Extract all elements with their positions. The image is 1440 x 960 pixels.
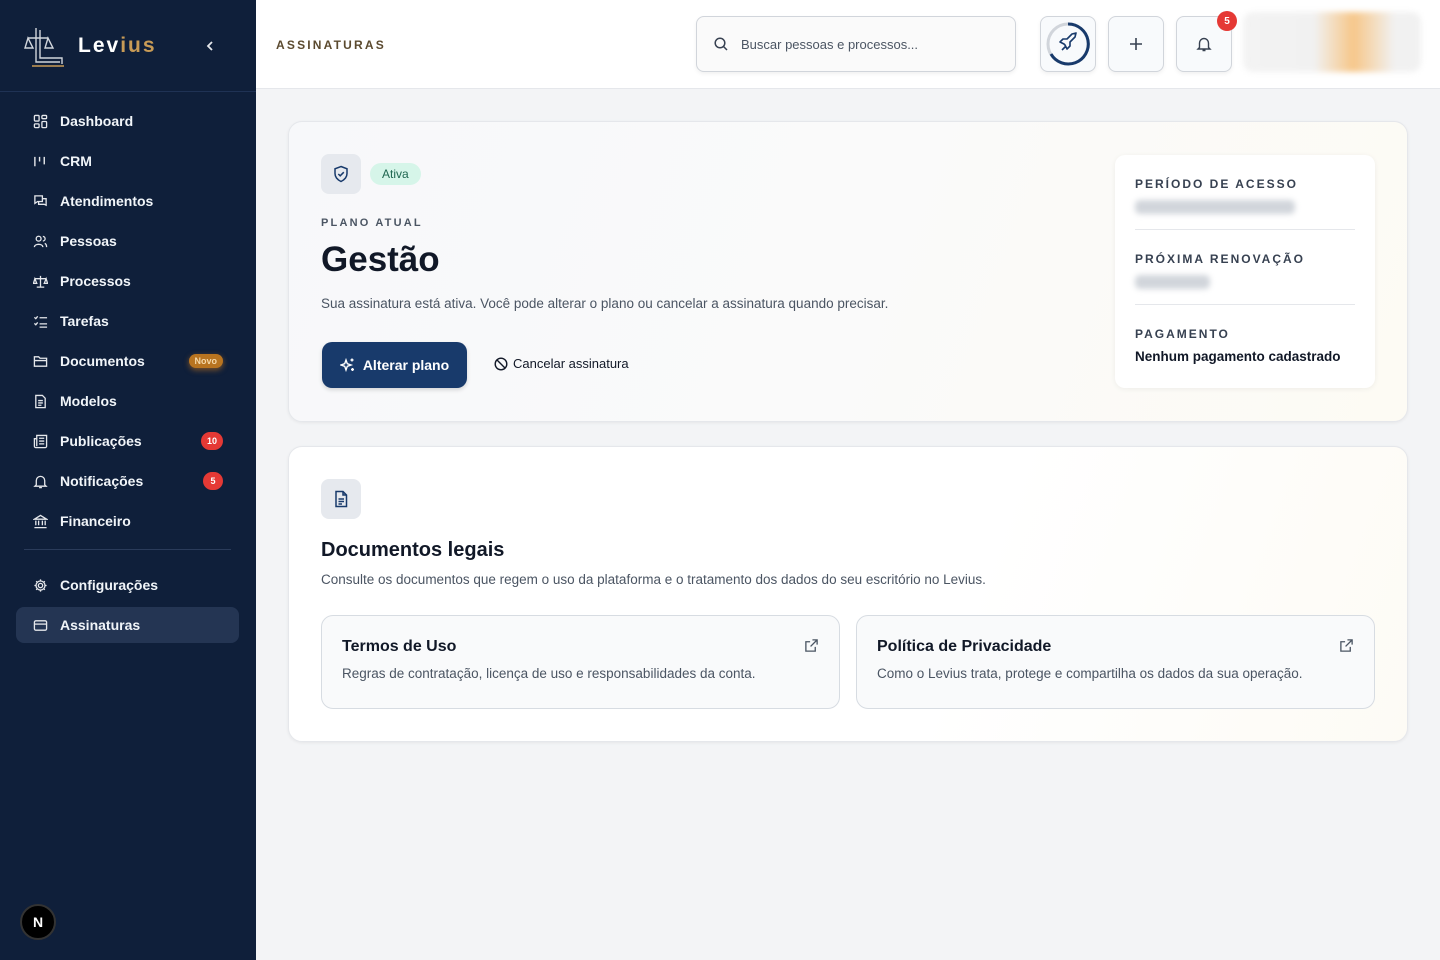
subscription-info-panel: PERÍODO DE ACESSO PRÓXIMA RENOVAÇÃO PAGA…: [1115, 155, 1375, 388]
onboarding-button[interactable]: [1040, 16, 1096, 72]
subscription-description: Sua assinatura está ativa. Você pode alt…: [321, 296, 889, 311]
bell-icon: [1196, 37, 1212, 52]
scales-logo-icon: [24, 27, 64, 67]
access-period-label: PERÍODO DE ACESSO: [1135, 177, 1298, 191]
scales-icon: [32, 273, 48, 289]
sidebar-item-label: Modelos: [60, 393, 117, 409]
add-button[interactable]: [1108, 16, 1164, 72]
breadcrumb: ASSINATURAS: [276, 38, 386, 52]
renewal-label: PRÓXIMA RENOVAÇÃO: [1135, 252, 1306, 266]
privacy-policy-link[interactable]: Política de Privacidade Como o Levius tr…: [856, 615, 1375, 709]
list-checks-icon: [32, 313, 48, 329]
legal-documents-card: Documentos legais Consulte os documentos…: [288, 446, 1408, 742]
current-plan-label: PLANO ATUAL: [321, 217, 423, 229]
doc-title: Política de Privacidade: [877, 638, 1052, 655]
doc-description: Como o Levius trata, protege e compartil…: [877, 666, 1303, 681]
collapse-sidebar-button[interactable]: [200, 36, 220, 56]
sidebar-item-label: Pessoas: [60, 233, 117, 249]
sidebar-item-atendimentos[interactable]: Atendimentos: [16, 183, 239, 219]
sidebar-item-crm[interactable]: CRM: [16, 143, 239, 179]
sidebar-divider: [24, 549, 231, 550]
file-icon: [32, 393, 48, 409]
payment-value: Nenhum pagamento cadastrado: [1135, 349, 1341, 364]
payment-row: PAGAMENTO Nenhum pagamento cadastrado: [1135, 305, 1355, 380]
sidebar-item-notificacoes[interactable]: Notificações 5: [16, 463, 239, 499]
ban-icon: [494, 356, 508, 371]
sidebar-item-financeiro[interactable]: Financeiro: [16, 503, 239, 539]
rocket-icon: [1046, 22, 1090, 66]
chat-icon: [32, 193, 48, 209]
renewal-value-redacted: [1135, 275, 1210, 289]
new-badge: Novo: [188, 354, 223, 368]
sidebar-item-label: Dashboard: [60, 113, 134, 129]
credit-card-icon: [32, 617, 48, 633]
sidebar-item-label: Assinaturas: [60, 617, 141, 633]
sidebar: Levius Dashboard CRM Atendimentos Pessoa…: [0, 0, 256, 960]
shield-check-icon: [321, 154, 361, 194]
sidebar-item-documentos[interactable]: Documentos Novo: [16, 343, 239, 379]
count-badge: 10: [201, 432, 223, 450]
chevron-left-icon: [206, 41, 213, 51]
sidebar-item-configuracoes[interactable]: Configurações: [16, 567, 239, 603]
legal-description: Consulte os documentos que regem o uso d…: [321, 572, 986, 587]
sidebar-item-tarefas[interactable]: Tarefas: [16, 303, 239, 339]
sidebar-item-label: CRM: [60, 153, 92, 169]
brand-name: Levius: [78, 33, 157, 57]
doc-description: Regras de contratação, licença de uso e …: [342, 666, 756, 681]
doc-title: Termos de Uso: [342, 638, 457, 655]
document-icon: [321, 479, 361, 519]
sidebar-item-label: Financeiro: [60, 513, 131, 529]
search-icon: [714, 37, 728, 51]
count-badge: 5: [203, 472, 223, 490]
user-avatar[interactable]: N: [20, 904, 56, 940]
bank-icon: [32, 513, 48, 529]
sidebar-item-publicacoes[interactable]: Publicações 10: [16, 423, 239, 459]
notifications-button[interactable]: 5: [1176, 11, 1237, 72]
sidebar-item-pessoas[interactable]: Pessoas: [16, 223, 239, 259]
newspaper-icon: [32, 433, 48, 449]
search-input[interactable]: [741, 36, 991, 52]
subscription-card: Ativa PLANO ATUAL Gestão Sua assinatura …: [288, 121, 1408, 422]
renewal-row: PRÓXIMA RENOVAÇÃO: [1135, 230, 1355, 305]
sidebar-item-label: Processos: [60, 273, 131, 289]
crm-icon: [32, 153, 48, 169]
profile-menu[interactable]: [1243, 12, 1421, 72]
sidebar-item-processos[interactable]: Processos: [16, 263, 239, 299]
brand: Levius: [0, 0, 256, 92]
sidebar-item-label: Documentos: [60, 353, 145, 369]
gear-icon: [32, 577, 48, 593]
external-link-icon: [1340, 639, 1353, 652]
dashboard-icon: [32, 113, 48, 129]
terms-of-use-link[interactable]: Termos de Uso Regras de contratação, lic…: [321, 615, 840, 709]
bell-icon: [32, 473, 48, 489]
legal-title: Documentos legais: [321, 539, 505, 561]
notification-count-badge: 5: [1217, 11, 1237, 31]
sidebar-item-label: Atendimentos: [60, 193, 154, 209]
status-badge: Ativa: [370, 163, 421, 185]
change-plan-button[interactable]: Alterar plano: [322, 342, 467, 388]
folder-icon: [32, 353, 48, 369]
cancel-subscription-button[interactable]: Cancelar assinatura: [494, 356, 629, 371]
payment-label: PAGAMENTO: [1135, 327, 1230, 341]
access-period-row: PERÍODO DE ACESSO: [1135, 155, 1355, 230]
sidebar-item-assinaturas[interactable]: Assinaturas: [16, 607, 239, 643]
external-link-icon: [805, 639, 818, 652]
sparkles-icon: [339, 357, 354, 373]
users-icon: [32, 233, 48, 249]
plan-name: Gestão: [321, 240, 440, 279]
sidebar-item-label: Notificações: [60, 473, 144, 489]
search-box[interactable]: [696, 16, 1016, 72]
topbar: ASSINATURAS 5: [256, 0, 1440, 89]
sidebar-item-label: Tarefas: [60, 313, 109, 329]
access-period-value-redacted: [1135, 200, 1295, 214]
sidebar-item-modelos[interactable]: Modelos: [16, 383, 239, 419]
sidebar-nav: Dashboard CRM Atendimentos Pessoas Proce…: [16, 103, 239, 647]
sidebar-item-label: Configurações: [60, 577, 159, 593]
plus-icon: [1130, 38, 1142, 50]
sidebar-item-dashboard[interactable]: Dashboard: [16, 103, 239, 139]
sidebar-item-label: Publicações: [60, 433, 142, 449]
